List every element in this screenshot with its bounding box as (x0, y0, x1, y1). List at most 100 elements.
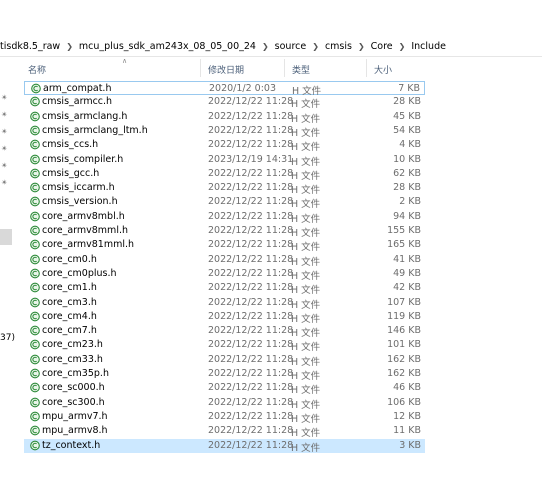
nav-item-selected[interactable] (0, 229, 12, 245)
file-modified-date: 2022/12/22 11:28 (208, 382, 294, 394)
breadcrumb-item-source[interactable]: source (272, 41, 310, 52)
file-row[interactable]: core_cm3.h 2022/12/22 11:28 H 文件 107 KB (24, 296, 425, 311)
pin-icon[interactable]: ✴ (1, 144, 11, 154)
pin-icon[interactable]: ✴ (1, 161, 11, 171)
file-modified-date: 2022/12/22 11:28 (208, 124, 294, 136)
pin-icon[interactable]: ✴ (1, 178, 11, 188)
file-row[interactable]: core_armv8mml.h 2022/12/22 11:28 H 文件 155 K… (24, 224, 425, 239)
file-size: 42 KB (393, 282, 421, 294)
file-name: core_sc000.h (42, 382, 105, 394)
file-size: 146 KB (387, 325, 421, 337)
file-row[interactable]: core_cm1.h 2022/12/22 11:28 H 文件 42 KB (24, 281, 425, 296)
file-name: core_cm3.h (42, 296, 97, 308)
file-row[interactable]: core_cm33.h 2022/12/22 11:28 H 文件 162 KB (24, 353, 425, 368)
breadcrumb-item-include[interactable]: Include (408, 41, 449, 52)
breadcrumb: tisdk8.5_raw ❯ mcu_plus_sdk_am243x_08_05… (0, 36, 542, 56)
chevron-right-icon[interactable]: ❯ (396, 42, 409, 51)
file-row[interactable]: tz_context.h 2022/12/22 11:28 H 文件 3 KB (24, 438, 425, 454)
file-row[interactable]: cmsis_compiler.h 2023/12/19 14:31 H 文件 10 K… (24, 153, 425, 168)
chevron-right-icon[interactable]: ❯ (63, 42, 76, 51)
c-header-file-icon (30, 411, 40, 422)
file-type: H 文件 (291, 228, 321, 239)
file-row[interactable]: cmsis_gcc.h 2022/12/22 11:28 H 文件 62 KB (24, 167, 425, 182)
file-modified-date: 2022/12/22 11:28 (208, 410, 294, 422)
file-row[interactable]: cmsis_armclang.h 2022/12/22 11:28 H 文件 45 K… (24, 110, 425, 125)
file-size: 7 KB (398, 83, 420, 94)
file-name: arm_compat.h (43, 83, 112, 94)
column-header-type[interactable]: 类型 (292, 63, 310, 76)
file-name: cmsis_armclang.h (42, 110, 128, 122)
pin-icon[interactable]: ✴ (1, 127, 11, 137)
file-type: H 文件 (291, 142, 321, 154)
column-divider[interactable] (200, 59, 201, 77)
breadcrumb-item-tisdk[interactable]: tisdk8.5_raw (0, 41, 63, 52)
file-size: 10 KB (393, 153, 421, 165)
file-row[interactable]: core_cm0.h 2022/12/22 11:28 H 文件 41 KB (24, 253, 425, 268)
breadcrumb-item-cmsis[interactable]: cmsis (322, 41, 355, 52)
file-size: 45 KB (393, 110, 421, 122)
file-row[interactable]: core_cm4.h 2022/12/22 11:28 H 文件 119 KB (24, 310, 425, 325)
navigation-pane: ✴ ✴ ✴ ✴ ✴ ✴ 37) (0, 57, 15, 480)
column-header-size[interactable]: 大小 (374, 63, 392, 76)
file-row[interactable]: cmsis_ccs.h 2022/12/22 11:28 H 文件 4 KB (24, 138, 425, 154)
file-name: cmsis_iccarm.h (42, 182, 115, 194)
file-type: H 文件 (291, 442, 321, 454)
column-header-name[interactable]: 名称 (28, 63, 46, 76)
file-type: H 文件 (291, 256, 321, 268)
file-type: H 文件 (291, 371, 321, 382)
chevron-right-icon[interactable]: ❯ (309, 42, 322, 51)
file-row[interactable]: arm_compat.h 2020/1/2 0:03 H 文件 7 KB (24, 81, 425, 97)
c-header-file-icon (30, 382, 40, 393)
c-header-file-icon (30, 168, 40, 179)
file-row[interactable]: cmsis_iccarm.h 2022/12/22 11:28 H 文件 28 KB (24, 181, 425, 196)
file-row[interactable]: core_cm7.h 2022/12/22 11:28 H 文件 146 KB (24, 324, 425, 339)
nav-item-label[interactable]: 37) (0, 333, 15, 343)
file-row[interactable]: mpu_armv7.h 2022/12/22 11:28 H 文件 12 KB (24, 410, 425, 425)
file-row[interactable]: cmsis_armclang_ltm.h 2022/12/22 11:28 H 文件… (24, 124, 425, 139)
column-divider[interactable] (284, 59, 285, 77)
c-header-file-icon (30, 297, 40, 307)
file-name: core_armv8mml.h (42, 225, 128, 236)
pin-icon[interactable]: ✴ (1, 110, 11, 120)
file-modified-date: 2022/12/22 11:28 (208, 167, 294, 179)
file-modified-date: 2022/12/22 11:28 (208, 296, 294, 308)
file-modified-date: 2022/12/22 11:28 (208, 96, 294, 108)
file-row[interactable]: core_armv81mml.h 2022/12/22 11:28 H 文件 165 … (24, 238, 425, 253)
chevron-right-icon[interactable]: ❯ (259, 42, 272, 51)
column-header-row: ∧ 名称 修改日期 类型 大小 (14, 57, 542, 79)
c-header-file-icon (30, 225, 40, 236)
file-row[interactable]: core_sc000.h 2022/12/22 11:28 H 文件 46 KB (24, 381, 425, 396)
c-header-file-icon (30, 311, 40, 322)
breadcrumb-item-core[interactable]: Core (368, 41, 396, 52)
file-modified-date: 2022/12/22 11:28 (208, 267, 294, 279)
column-header-date[interactable]: 修改日期 (208, 63, 244, 76)
file-type: H 文件 (291, 270, 321, 282)
c-header-file-icon (30, 368, 40, 379)
file-row[interactable]: core_cm35p.h 2022/12/22 11:28 H 文件 162 KB (24, 367, 425, 382)
c-header-file-icon (30, 139, 40, 150)
file-size: 162 KB (387, 353, 421, 365)
file-type: H 文件 (291, 299, 321, 311)
chevron-right-icon[interactable]: ❯ (355, 42, 368, 51)
file-row[interactable]: core_armv8mbl.h 2022/12/22 11:28 H 文件 94 KB (24, 210, 425, 225)
file-modified-date: 2022/12/22 11:28 (208, 182, 294, 194)
file-modified-date: 2022/12/22 11:28 (208, 396, 294, 408)
file-row[interactable]: mpu_armv8.h 2022/12/22 11:28 H 文件 11 KB (24, 424, 425, 439)
file-size: 41 KB (393, 253, 421, 265)
file-name: cmsis_armcc.h (42, 96, 113, 108)
pin-icon[interactable]: ✴ (1, 93, 11, 103)
file-row[interactable]: core_cm0plus.h 2022/12/22 11:28 H 文件 49 KB (24, 267, 425, 282)
file-size: 28 KB (393, 96, 421, 108)
file-row[interactable]: cmsis_armcc.h 2022/12/22 11:28 H 文件 28 KB (24, 95, 425, 110)
file-size: 155 KB (387, 225, 421, 236)
file-modified-date: 2022/12/22 11:28 (208, 110, 294, 122)
file-name: cmsis_gcc.h (42, 167, 100, 179)
file-row[interactable]: core_sc300.h 2022/12/22 11:28 H 文件 106 KB (24, 396, 425, 411)
file-row[interactable]: core_cm23.h 2022/12/22 11:28 H 文件 101 KB (24, 338, 425, 353)
file-modified-date: 2022/12/22 11:28 (208, 282, 294, 294)
file-row[interactable]: cmsis_version.h 2022/12/22 11:28 H 文件 2 KB (24, 195, 425, 210)
breadcrumb-item-mcu-plus-sdk[interactable]: mcu_plus_sdk_am243x_08_05_00_24 (76, 41, 259, 52)
c-header-file-icon (31, 83, 41, 94)
column-divider[interactable] (366, 59, 367, 77)
file-modified-date: 2022/12/22 11:28 (208, 439, 294, 451)
